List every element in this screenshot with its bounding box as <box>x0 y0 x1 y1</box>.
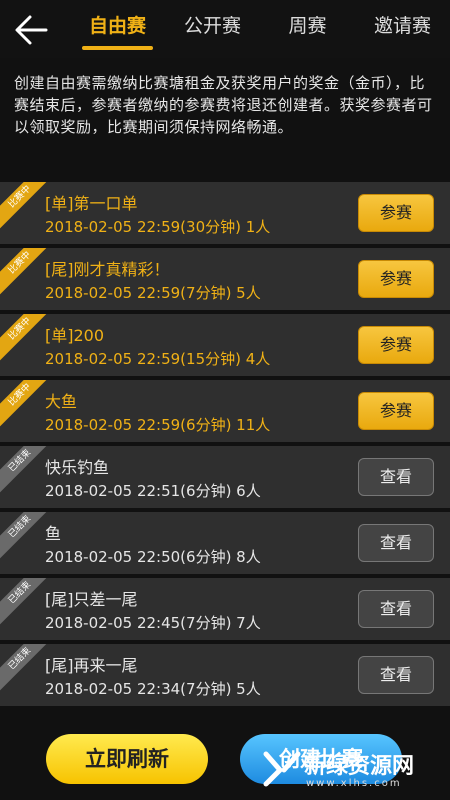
tab-bar: 自由赛 公开赛 周赛 邀请赛 <box>70 0 450 58</box>
view-button[interactable]: 查看 <box>358 458 434 496</box>
view-button[interactable]: 查看 <box>358 524 434 562</box>
tab-open-match[interactable]: 公开赛 <box>165 0 260 58</box>
match-title: [尾]刚才真精彩！ <box>45 260 170 279</box>
join-button[interactable]: 参赛 <box>358 260 434 298</box>
match-meta: 2018-02-05 22:59(30分钟) 1人 <box>45 218 271 236</box>
match-meta: 2018-02-05 22:59(15分钟) 4人 <box>45 350 271 368</box>
match-meta: 2018-02-05 22:59(7分钟) 5人 <box>45 284 261 302</box>
rules-notice: 创建自由赛需缴纳比赛塘租金及获奖用户的奖金（金币），比赛结束后，参赛者缴纳的参赛… <box>14 74 433 136</box>
arrow-left-icon[interactable] <box>12 12 50 48</box>
match-row[interactable]: 比赛中 大鱼 2018-02-05 22:59(6分钟) 11人 参赛 <box>0 380 450 442</box>
watermark-url: www.xlhs.com <box>306 778 402 789</box>
join-button[interactable]: 参赛 <box>358 194 434 232</box>
match-title: 大鱼 <box>45 392 78 411</box>
watermark-logo <box>263 751 301 787</box>
match-title: 鱼 <box>45 524 62 543</box>
tab-free-match[interactable]: 自由赛 <box>70 0 165 58</box>
match-row[interactable]: 已结束 快乐钓鱼 2018-02-05 22:51(6分钟) 6人 查看 <box>0 446 450 508</box>
join-button[interactable]: 参赛 <box>358 326 434 364</box>
match-list: 比赛中 [单]第一口单 2018-02-05 22:59(30分钟) 1人 参赛 比赛中… <box>0 182 450 710</box>
match-row[interactable]: 已结束 [尾]只差一尾 2018-02-05 22:45(7分钟) 7人 查看 <box>0 578 450 640</box>
watermark-brand: 新绿资源网 <box>304 754 415 779</box>
join-button[interactable]: 参赛 <box>358 392 434 430</box>
top-bar: 自由赛 公开赛 周赛 邀请赛 <box>0 0 450 58</box>
view-button[interactable]: 查看 <box>358 590 434 628</box>
match-meta: 2018-02-05 22:50(6分钟) 8人 <box>45 548 261 566</box>
match-title: [尾]只差一尾 <box>45 590 138 609</box>
match-meta: 2018-02-05 22:51(6分钟) 6人 <box>45 482 261 500</box>
match-meta: 2018-02-05 22:34(7分钟) 5人 <box>45 680 261 698</box>
match-meta: 2018-02-05 22:59(6分钟) 11人 <box>45 416 271 434</box>
view-button[interactable]: 查看 <box>358 656 434 694</box>
match-row[interactable]: 已结束鱼 2018-02-05 22:50(6分钟) 8人 查看 <box>0 512 450 574</box>
match-title: 快乐钓鱼 <box>45 458 110 477</box>
tab-invite-match[interactable]: 邀请赛 <box>355 0 450 58</box>
match-meta: 2018-02-05 22:45(7分钟) 7人 <box>45 614 261 632</box>
match-row[interactable]: 比赛中 [尾]刚才真精彩！ 2018-02-05 22:59(7分钟) 5人 参赛 <box>0 248 450 310</box>
match-row[interactable]: 已结束 [尾]再来一尾 2018-02-05 22:34(7分钟) 5人 查看 <box>0 644 450 706</box>
match-row[interactable]: 比赛中 [单]第一口单 2018-02-05 22:59(30分钟) 1人 参赛 <box>0 182 450 244</box>
match-row[interactable]: 比赛中 [单]200 2018-02-05 22:59(15分钟) 4人 参赛 <box>0 314 450 376</box>
tab-weekly-match[interactable]: 周赛 <box>260 0 355 58</box>
watermark: 新绿资源网 www.xlhs.com <box>262 740 448 798</box>
match-title: [单]第一口单 <box>45 194 138 213</box>
match-title: [单]200 <box>45 326 105 345</box>
refresh-button[interactable]: 立即刷新 <box>46 734 208 784</box>
match-title: [尾]再来一尾 <box>45 656 138 675</box>
